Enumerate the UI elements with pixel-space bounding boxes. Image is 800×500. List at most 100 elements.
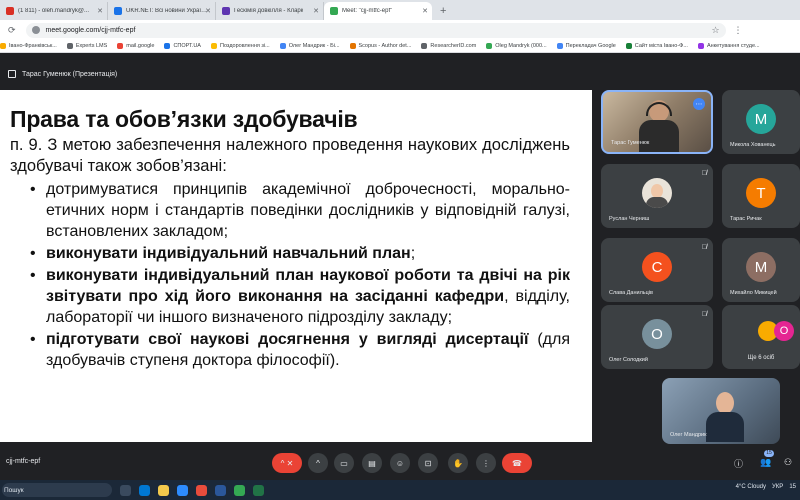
camera-options-button[interactable]: ^ (308, 453, 328, 473)
menu-icon[interactable]: ⋮ (734, 25, 743, 36)
emoji-icon: ☺ (395, 458, 405, 468)
tab-favicon-icon (114, 7, 122, 15)
close-tab-icon[interactable]: ✕ (97, 7, 103, 15)
raise-hand-button[interactable]: ✋ (448, 453, 468, 473)
mic-off-icon: 🎙̸ (701, 244, 707, 251)
captions-button[interactable]: ▤ (362, 453, 382, 473)
edge-icon[interactable] (139, 484, 150, 496)
bookmark-item[interactable]: Анкетування студе... (697, 43, 760, 49)
more-participants-tile[interactable]: O Ще 6 осіб (722, 305, 800, 369)
bookmark-icon (556, 43, 563, 49)
mic-off-icon: 🎙̸ (701, 170, 707, 177)
bookmark-item[interactable]: Івано-Франківськ... (0, 43, 57, 49)
slide-bullet: дотримуватися принципів академічної добр… (30, 179, 570, 242)
bookmark-item[interactable]: Experts LMS (66, 43, 107, 49)
camera-toggle-button[interactable]: ▭ (334, 453, 354, 473)
more-avatars: O (758, 321, 798, 341)
participant-tile-main[interactable]: ⋯ Тарас Гуменюк (601, 90, 713, 154)
meeting-code: cjj-mtfc-epf (6, 458, 41, 465)
activities-icon[interactable]: ⚇ (784, 457, 792, 468)
close-tab-icon[interactable]: ✕ (313, 7, 319, 15)
bookmark-item[interactable]: Scopus - Author det... (349, 43, 411, 49)
excel-icon[interactable] (253, 484, 264, 496)
address-bar[interactable]: meet.google.com/cjj-mtfc-epf ☆ (25, 22, 726, 38)
file-explorer-icon[interactable] (158, 484, 169, 496)
hang-up-icon: ☎ (512, 458, 522, 468)
zoom-icon[interactable] (177, 484, 188, 496)
system-tray: 4°C Cloudy УКР 15 (730, 484, 796, 490)
participant-tile[interactable]: C 🎙̸ Слава Данильців (601, 238, 713, 302)
mic-off-icon: ^ ✕ (280, 458, 294, 468)
new-tab-icon[interactable]: + (432, 5, 454, 20)
bookmark-item[interactable]: СПОРТ.UA (164, 43, 201, 49)
meet-favicon-icon (330, 7, 338, 15)
present-button[interactable]: ⊡ (418, 453, 438, 473)
word-icon[interactable] (215, 484, 226, 496)
bookmark-icon (279, 43, 286, 49)
captions-icon: ▤ (368, 458, 376, 468)
more-options-button[interactable]: ⋮ (476, 453, 496, 473)
close-tab-icon[interactable]: ✕ (205, 7, 211, 15)
bookmark-item[interactable]: Перекладач Google (556, 43, 616, 49)
app-icon[interactable] (196, 484, 207, 496)
bookmark-item[interactable]: Поздоровлення зі... (210, 43, 270, 49)
slide-bullet: підготувати свої наукові досягнення у ви… (30, 329, 570, 371)
bookmark-icon (486, 43, 493, 49)
present-icon: ⊡ (424, 458, 432, 468)
bookmark-item[interactable]: ResearcherID.com (421, 43, 476, 49)
slide-title: Права та обов’язки здобувачів (10, 106, 358, 132)
presentation-header: Тарас Гуменюк (Презентація) (0, 64, 800, 84)
tab-favicon-icon (222, 7, 230, 15)
close-tab-icon[interactable]: ✕ (422, 7, 428, 15)
bookmark-icon (164, 43, 171, 49)
mic-toggle-button[interactable]: ^ ✕ (272, 453, 302, 473)
browser-tab[interactable]: UKR.NET: Всі новини України... ✕ (108, 2, 216, 20)
taskbar-search[interactable]: Пошук (2, 483, 112, 497)
bookmark-icon (625, 43, 632, 49)
people-icon[interactable]: 👥 (760, 457, 771, 468)
emoji-button[interactable]: ☺ (390, 453, 410, 473)
bookmark-item[interactable]: Oleg Mandryk (000... (486, 43, 547, 49)
participant-tile[interactable]: T Тарас Ричак (722, 164, 800, 228)
chrome-icon[interactable] (234, 484, 245, 496)
site-info-icon[interactable] (31, 26, 40, 34)
participant-tile[interactable]: M Микола Хованець (722, 90, 800, 154)
tab-favicon-icon (6, 7, 14, 15)
present-screen-icon (8, 70, 16, 78)
camera-icon: ▭ (340, 458, 348, 468)
avatar: M (746, 104, 776, 134)
slide-bullets: дотримуватися принципів академічної добр… (10, 179, 570, 371)
browser-tab-strip: (1 811) - oleh.mandryk@... ✕ UKR.NET: Всі… (0, 0, 800, 20)
hand-icon: ✋ (453, 458, 463, 468)
browser-tab[interactable]: Гескімія довкілля - Кларк ✕ (216, 2, 324, 20)
bookmark-icon (697, 43, 704, 49)
bookmark-icon (0, 43, 6, 49)
self-video (706, 392, 744, 442)
shared-slide: Права та обов’язки здобувачів п. 9. З ме… (0, 90, 592, 442)
participant-tile[interactable]: M Михайло Микицей (722, 238, 800, 302)
bookmark-icon (349, 43, 356, 49)
weather-text[interactable]: 4°C Cloudy (736, 484, 766, 490)
chevron-up-icon: ^ (316, 458, 320, 468)
browser-tab-active[interactable]: Meet: "cjj-mtfc-epf" ✕ (324, 2, 432, 20)
participant-tile[interactable]: 🎙̸ Руслан Черниш (601, 164, 713, 228)
language-indicator[interactable]: УКР (772, 484, 783, 490)
more-options-icon[interactable]: ⋯ (693, 98, 705, 110)
bookmark-item[interactable]: mail.google (117, 43, 154, 49)
bookmark-icon (66, 43, 73, 49)
participant-tile[interactable]: O 🎙̸ Олег Солодкий (601, 305, 713, 369)
bookmark-item[interactable]: Олег Мандрик - Бі... (279, 43, 340, 49)
slide-lead: п. 9. З метою забезпечення належного про… (10, 136, 570, 175)
task-view-icon[interactable] (120, 484, 131, 496)
windows-taskbar: Пошук 4°C Cloudy УКР 15 (0, 480, 800, 500)
bookmark-icon (117, 43, 124, 49)
info-icon[interactable]: ⓘ (734, 457, 743, 470)
leave-call-button[interactable]: ☎ (502, 453, 532, 473)
reload-icon[interactable]: ⟳ (8, 25, 16, 36)
clock[interactable]: 15 (789, 484, 796, 490)
self-view-tile[interactable]: Олег Мандрик (662, 378, 780, 444)
bookmark-item[interactable]: Сайт міста Івано-Ф... (625, 43, 688, 49)
bookmark-star-icon[interactable]: ☆ (711, 25, 719, 36)
browser-tab[interactable]: (1 811) - oleh.mandryk@... ✕ (0, 2, 108, 20)
avatar: O (642, 319, 672, 349)
